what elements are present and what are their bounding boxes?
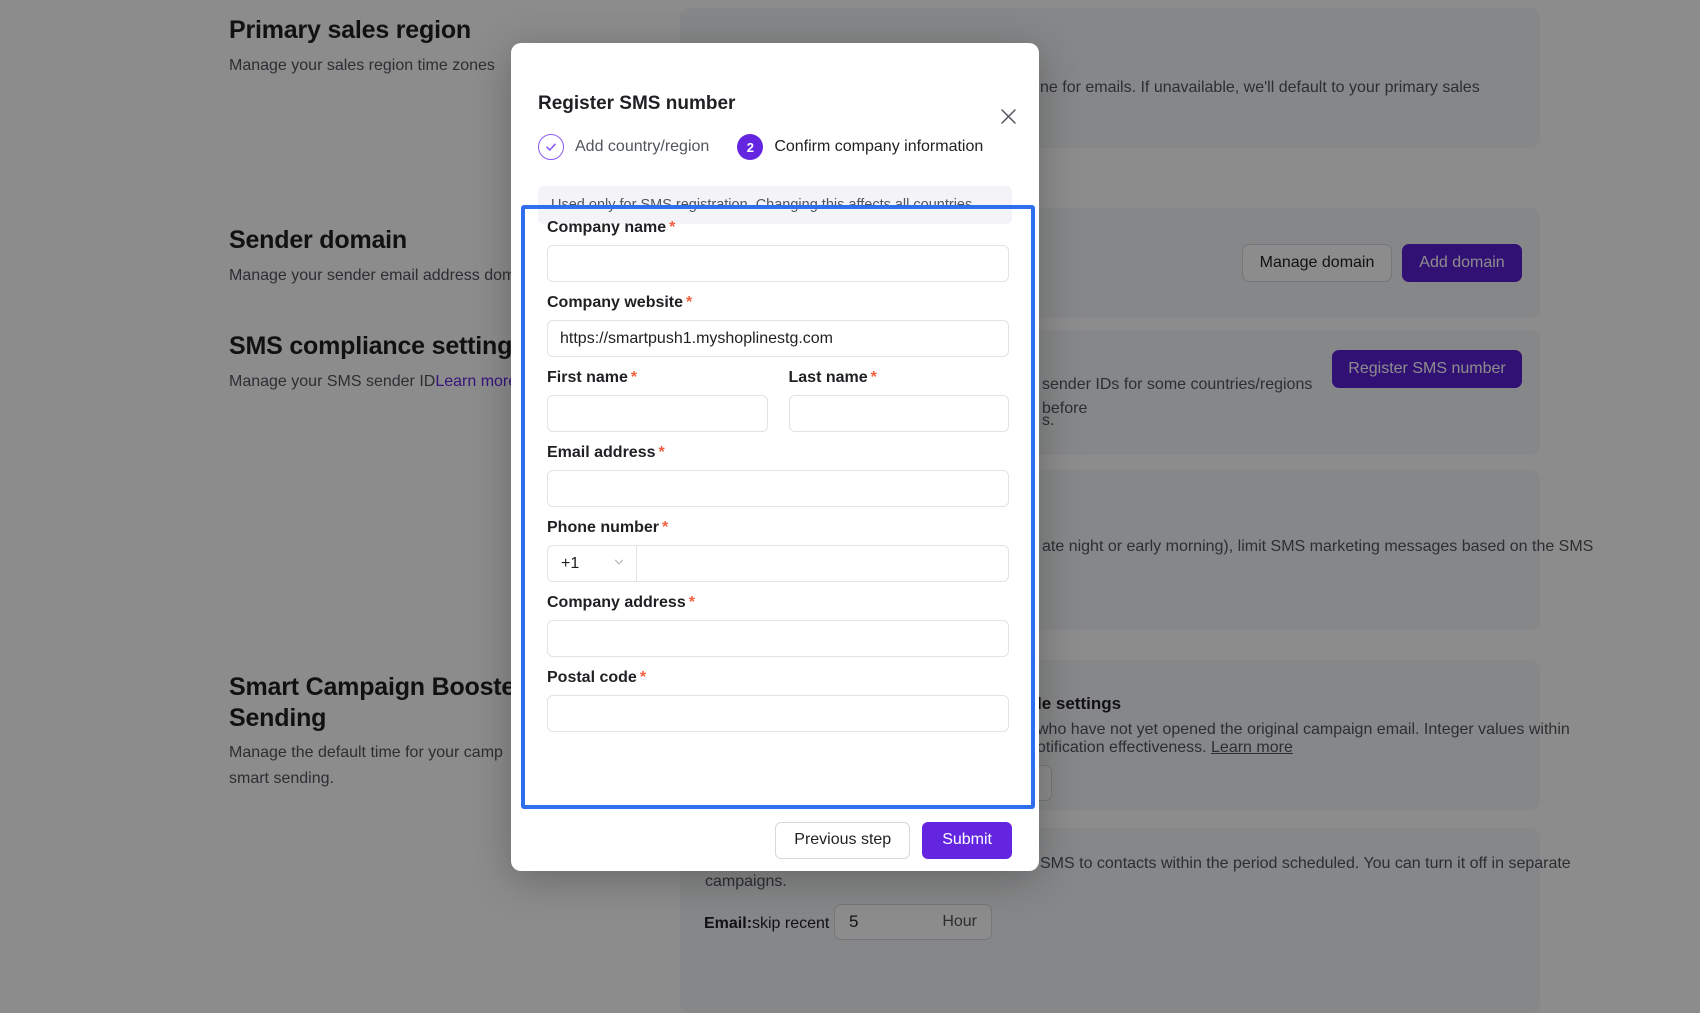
company-website-label-text: Company website — [547, 294, 684, 311]
step-confirm-company-information-label: Confirm company information — [774, 138, 984, 155]
dialog-stepper: Add country/region 2 Confirm company inf… — [538, 134, 983, 160]
postal-code-label-text: Postal code — [547, 669, 637, 686]
phone-number-label: Phone number * — [547, 519, 1009, 537]
step-confirm-company-information[interactable]: 2 Confirm company information — [737, 134, 983, 160]
company-address-label-text: Company address — [547, 594, 686, 611]
first-name-label-text: First name — [547, 369, 628, 386]
email-address-label: Email address * — [547, 444, 1009, 462]
submit-button[interactable]: Submit — [922, 821, 1012, 859]
first-name-input[interactable] — [547, 395, 768, 432]
dialog-footer: Previous step Submit — [511, 809, 1039, 871]
field-first-name: First name * — [547, 369, 768, 432]
step-number-badge: 2 — [737, 134, 764, 160]
required-marker: * — [669, 219, 676, 236]
check-icon — [538, 134, 564, 160]
postal-code-input[interactable] — [547, 695, 1009, 732]
company-address-input[interactable] — [547, 620, 1009, 657]
first-name-label: First name * — [547, 369, 768, 387]
required-marker: * — [686, 294, 693, 311]
last-name-input[interactable] — [788, 395, 1009, 432]
close-icon[interactable] — [995, 103, 1021, 129]
field-company-address: Company address * — [547, 594, 1009, 657]
field-company-website: Company website * — [547, 294, 1009, 357]
required-marker: * — [630, 369, 638, 386]
company-name-label: Company name * — [547, 219, 1009, 237]
email-address-label-text: Email address — [547, 444, 656, 461]
company-name-input[interactable] — [547, 245, 1009, 282]
phone-number-label-text: Phone number — [547, 519, 660, 536]
company-address-label: Company address * — [547, 594, 1009, 612]
required-marker: * — [662, 519, 669, 536]
app-screen: Primary sales region Manage your sales r… — [0, 0, 1700, 1013]
company-website-label: Company website * — [547, 294, 1009, 312]
chevron-down-icon — [613, 555, 625, 573]
field-phone-number: Phone number * +1 — [547, 519, 1009, 582]
postal-code-label: Postal code * — [547, 669, 1009, 687]
country-code-select[interactable]: +1 — [547, 545, 636, 582]
previous-step-button[interactable]: Previous step — [775, 821, 911, 859]
last-name-label: Last name * — [789, 369, 1010, 387]
register-sms-number-dialog: Register SMS number Add country/region 2… — [511, 43, 1039, 871]
previous-step-label: Previous step — [794, 831, 892, 848]
field-company-name: Company name * — [547, 219, 1009, 282]
company-information-form: Company name* Company website* First nam… — [521, 205, 1035, 809]
required-marker: * — [688, 594, 695, 611]
step-add-country-region-label: Add country/region — [575, 138, 710, 155]
phone-number-input[interactable] — [636, 545, 1009, 582]
email-address-input[interactable] — [547, 470, 1009, 507]
company-name-label-text: Company name — [547, 219, 667, 236]
company-website-input[interactable] — [547, 320, 1009, 357]
last-name-label-text: Last name — [788, 369, 868, 386]
field-last-name: Last name * — [788, 369, 1010, 432]
phone-number-group: +1 — [547, 545, 1009, 582]
field-email-address: Email address * — [547, 444, 1009, 507]
required-marker: * — [870, 369, 877, 386]
field-postal-code: Postal code * — [547, 669, 1009, 732]
submit-label: Submit — [942, 831, 992, 848]
step-add-country-region[interactable]: Add country/region — [538, 134, 709, 160]
required-marker: * — [658, 444, 665, 461]
country-code-value: +1 — [561, 554, 580, 572]
dialog-title: Register SMS number — [538, 93, 736, 114]
required-marker: * — [639, 669, 647, 686]
